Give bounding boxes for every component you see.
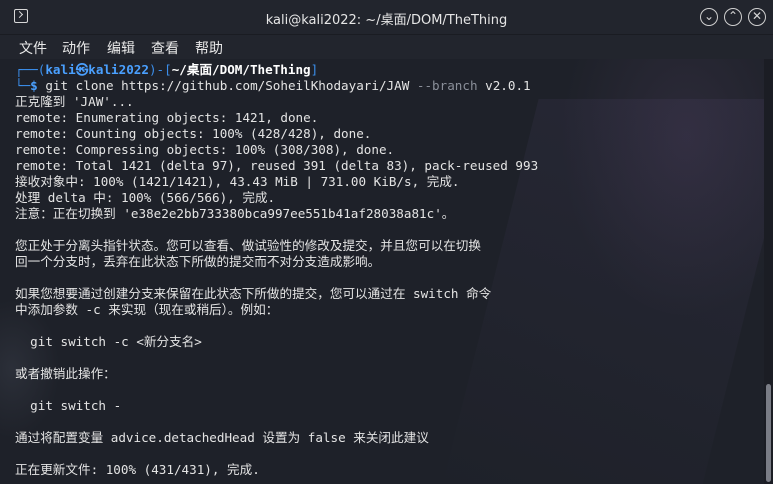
prompt-path: ~/桌面/DOM/TheThing — [171, 62, 311, 77]
output-line: 中添加参数 -c 来实现（现在或稍后）。例如： — [15, 302, 279, 317]
wallpaper-glow — [560, 59, 770, 319]
terminal-window: kali@kali2022: ~/桌面/DOM/TheThing ⌄ ⌃ ✕ 文… — [0, 0, 773, 484]
minimize-button[interactable]: ⌄ — [700, 8, 718, 26]
menu-actions[interactable]: 动作 — [62, 38, 90, 58]
prompt-host: kali2022 — [88, 62, 149, 77]
command-option: --branch — [416, 78, 478, 93]
close-button[interactable]: ✕ — [748, 8, 766, 26]
prompt-corner-bottom: └─ — [15, 78, 31, 93]
prompt-at: ㉿ — [75, 62, 89, 77]
output-line: remote: Compressing objects: 100% (308/3… — [15, 142, 395, 157]
output-line: 处理 delta 中: 100% (566/566), 完成. — [15, 190, 276, 205]
output-line: remote: Total 1421 (delta 97), reused 39… — [15, 158, 539, 173]
prompt-user: kali — [45, 62, 76, 77]
output-line: 如果您想要通过创建分支来保留在此状态下所做的提交，您可以通过在 switch 命… — [15, 286, 492, 301]
output-line: git switch - — [15, 398, 122, 413]
menu-bar: 文件 动作 编辑 查看 帮助 — [0, 35, 773, 59]
output-line: remote: Counting objects: 100% (428/428)… — [15, 126, 372, 141]
output-line: 接收对象中: 100% (1421/1421), 43.43 MiB | 731… — [15, 174, 460, 189]
output-line: 正克隆到 'JAW'... — [15, 94, 134, 109]
vertical-scrollbar[interactable] — [764, 59, 773, 484]
output-line: 正在更新文件: 100% (431/431), 完成. — [15, 462, 260, 477]
output-line: 或者撤销此操作： — [15, 366, 116, 381]
prompt-corner-top: ┌──( — [15, 62, 46, 77]
menu-view[interactable]: 查看 — [151, 38, 179, 58]
menu-file[interactable]: 文件 — [19, 38, 47, 58]
output-line: remote: Enumerating objects: 1421, done. — [15, 110, 319, 125]
window-title: kali@kali2022: ~/桌面/DOM/TheThing — [265, 13, 508, 28]
prompt-line-1: ┌──(kali㉿kali2022)-[~/桌面/DOM/TheThing] — [15, 62, 318, 78]
prompt-end: ] — [310, 62, 319, 77]
command-text: git clone https://github.com/SoheilKhoda… — [37, 78, 417, 93]
menu-help[interactable]: 帮助 — [195, 38, 223, 58]
output-line: 您正处于分离头指针状态。您可以查看、做试验性的修改及提交，并且您可以在切换 — [15, 238, 481, 253]
maximize-button[interactable]: ⌃ — [724, 8, 742, 26]
terminal-output-area[interactable]: ┌──(kali㉿kali2022)-[~/桌面/DOM/TheThing] └… — [0, 59, 773, 484]
output-line: git switch -c <新分支名> — [15, 334, 202, 349]
output-line: 注意：正在切换到 'e38e2e2bb733380bca997ee551b41a… — [15, 206, 455, 221]
prompt-line-2: └─$ git clone https://github.com/SoheilK… — [15, 78, 531, 94]
prompt-symbol: $ — [30, 78, 38, 93]
prompt-mid: )-[ — [148, 62, 172, 77]
scrollbar-thumb[interactable] — [766, 384, 771, 482]
command-arg: v2.0.1 — [477, 78, 531, 93]
output-line: 回一个分支时，丢弃在此状态下所做的提交而不对分支造成影响。 — [15, 254, 381, 269]
output-line: 通过将配置变量 advice.detachedHead 设置为 false 来关… — [15, 430, 429, 445]
menu-edit[interactable]: 编辑 — [107, 38, 135, 58]
title-bar[interactable]: kali@kali2022: ~/桌面/DOM/TheThing ⌄ ⌃ ✕ — [0, 0, 773, 35]
